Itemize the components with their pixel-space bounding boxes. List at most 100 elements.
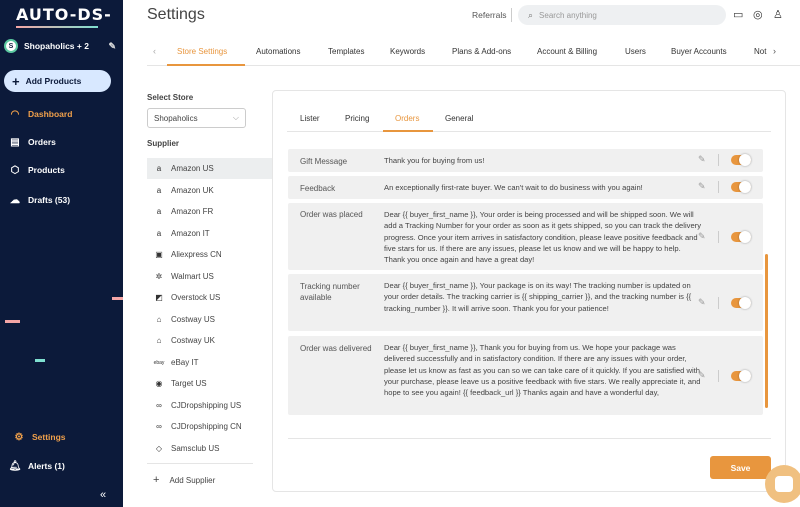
nav-settings[interactable]: ⚙ Settings <box>12 429 66 445</box>
message-toggle[interactable] <box>731 297 751 309</box>
tab-plans-addons[interactable]: Plans & Add-ons <box>452 47 511 56</box>
chat-bubble-icon <box>775 476 793 492</box>
supplier-samsclub-us[interactable]: ◇ Samsclub US <box>147 438 273 459</box>
supplier-ebay-it[interactable]: ebay eBay IT <box>147 352 273 373</box>
costway-icon: ⌂ <box>156 315 162 324</box>
walmart-icon: ✲ <box>155 272 163 281</box>
row-divider <box>718 370 719 382</box>
message-toggle[interactable] <box>731 231 751 243</box>
message-label: Tracking number available <box>300 282 360 302</box>
tab-store-settings[interactable]: Store Settings <box>177 47 227 56</box>
supplier-cjdropshipping-us[interactable]: ∞ CJDropshipping US <box>147 395 273 416</box>
edit-icon[interactable]: ✎ <box>698 297 706 308</box>
tab-automations[interactable]: Automations <box>256 47 300 56</box>
search-icon: ⌕ <box>528 9 534 20</box>
chevron-right-icon[interactable]: › <box>773 46 776 56</box>
chevron-down-icon: ⌵ <box>232 113 239 122</box>
subtab-orders[interactable]: Orders <box>395 114 419 123</box>
search-input[interactable]: ⌕ Search anything <box>518 5 726 25</box>
overstock-icon: ◩ <box>155 293 163 302</box>
chat-widget-button[interactable] <box>765 465 800 503</box>
active-subtab-indicator <box>383 130 433 132</box>
plus-icon: + <box>153 474 160 486</box>
messages-scrollbar[interactable] <box>765 254 768 408</box>
supplier-cjdropshipping-cn[interactable]: ∞ CJDropshipping CN <box>147 416 273 437</box>
tab-users[interactable]: Users <box>625 47 646 56</box>
tab-account-billing[interactable]: Account & Billing <box>537 47 597 56</box>
subtab-lister[interactable]: Lister <box>300 114 320 123</box>
nav-orders[interactable]: ▤ Orders <box>8 134 56 150</box>
decoration-line <box>5 320 20 323</box>
app-logo[interactable]: AUTO-DS- <box>16 5 112 24</box>
pencil-icon[interactable]: ✎ <box>108 41 116 52</box>
tab-notifications[interactable]: Not <box>754 47 766 56</box>
supplier-target-us[interactable]: ◉ Target US <box>147 373 273 394</box>
tab-buyer-accounts[interactable]: Buyer Accounts <box>671 47 727 56</box>
dashboard-icon: ◠ <box>10 108 20 120</box>
tab-keywords[interactable]: Keywords <box>390 47 425 56</box>
supplier-amazon-uk[interactable]: a Amazon UK <box>147 180 273 201</box>
header-divider <box>511 8 512 22</box>
referrals-link[interactable]: Referrals <box>472 10 506 20</box>
decoration-line <box>112 297 123 300</box>
nav-dashboard[interactable]: ◠ Dashboard <box>8 106 73 122</box>
active-tab-indicator <box>167 64 245 66</box>
costway-icon: ⌂ <box>156 336 162 345</box>
collapse-sidebar-icon[interactable]: « <box>100 489 106 501</box>
message-label: Order was delivered <box>300 344 372 353</box>
supplier-costway-uk[interactable]: ⌂ Costway UK <box>147 330 273 351</box>
message-row-gift: Gift Message Thank you for buying from u… <box>288 149 763 172</box>
edit-icon[interactable]: ✎ <box>698 231 706 242</box>
settings-tabs: ‹ Store Settings Automations Templates K… <box>147 40 800 66</box>
row-divider <box>718 297 719 309</box>
help-icon[interactable]: ◎ <box>753 8 763 21</box>
message-label: Order was placed <box>300 210 363 219</box>
sidebar: AUTO-DS- S Shopaholics + 2 ✎ + Add Produ… <box>0 0 123 507</box>
message-toggle[interactable] <box>731 370 751 382</box>
drafts-icon: ☁ <box>10 194 20 206</box>
decoration-line <box>35 359 45 362</box>
message-toggle[interactable] <box>731 181 751 193</box>
samsclub-icon: ◇ <box>155 444 163 453</box>
save-button[interactable]: Save <box>710 456 771 479</box>
search-placeholder: Search anything <box>539 10 597 20</box>
amazon-icon: a <box>156 186 162 195</box>
supplier-walmart-us[interactable]: ✲ Walmart US <box>147 266 273 287</box>
plus-icon: + <box>12 73 20 89</box>
add-products-button[interactable]: + Add Products <box>4 70 111 92</box>
message-toggle[interactable] <box>731 154 751 166</box>
subtab-general[interactable]: General <box>445 114 473 123</box>
supplier-costway-us[interactable]: ⌂ Costway US <box>147 309 273 330</box>
store-select[interactable]: Shopaholics ⌵ <box>147 108 246 128</box>
supplier-aliexpress-cn[interactable]: ▣ Aliexpress CN <box>147 244 273 265</box>
add-supplier-button[interactable]: + Add Supplier <box>153 474 215 486</box>
message-row-tracking: Tracking number available Dear {{ buyer_… <box>288 274 763 331</box>
chat-icon[interactable]: ▭ <box>733 8 743 21</box>
edit-icon[interactable]: ✎ <box>698 370 706 381</box>
user-icon[interactable]: ♙ <box>773 8 783 21</box>
store-name: Shopaholics + 2 <box>24 41 89 51</box>
message-label: Feedback <box>300 184 336 193</box>
footer-divider <box>288 438 771 439</box>
supplier-amazon-it[interactable]: a Amazon IT <box>147 223 273 244</box>
supplier-divider <box>147 463 253 464</box>
supplier-overstock-us[interactable]: ◩ Overstock US <box>147 287 273 308</box>
edit-icon[interactable]: ✎ <box>698 154 706 165</box>
store-switcher[interactable]: S Shopaholics + 2 ✎ <box>4 38 116 54</box>
store-avatar: S <box>4 39 18 53</box>
tab-templates[interactable]: Templates <box>328 47 364 56</box>
page-title: Settings <box>147 6 205 23</box>
nav-alerts[interactable]: 🔔︎ Alerts (1) <box>8 458 65 474</box>
supplier-amazon-fr[interactable]: a Amazon FR <box>147 201 273 222</box>
nav-products[interactable]: ⬡ Products <box>8 162 65 178</box>
amazon-icon: a <box>156 164 162 173</box>
amazon-icon: a <box>156 229 162 238</box>
subtab-pricing[interactable]: Pricing <box>345 114 369 123</box>
edit-icon[interactable]: ✎ <box>698 181 706 192</box>
nav-drafts[interactable]: ☁ Drafts (53) <box>8 192 70 208</box>
ebay-icon: ebay <box>153 359 165 366</box>
supplier-amazon-us[interactable]: a Amazon US <box>147 158 273 179</box>
products-icon: ⬡ <box>10 164 20 176</box>
orders-icon: ▤ <box>10 136 20 148</box>
chevron-left-icon[interactable]: ‹ <box>153 46 156 56</box>
